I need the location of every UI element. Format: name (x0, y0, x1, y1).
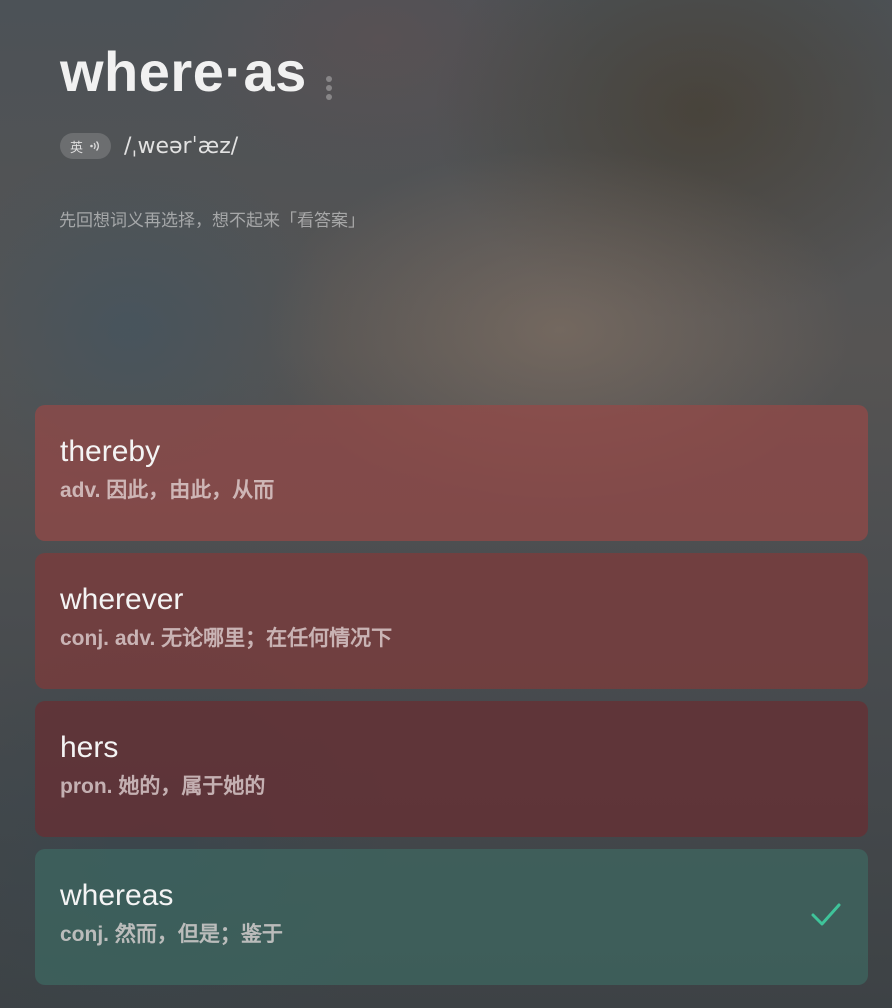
phonetic-text: /ˌweərˈæz/ (124, 133, 239, 159)
option-word: thereby (60, 435, 161, 468)
word-title: where·as (60, 40, 307, 103)
option-word: wherever (60, 583, 184, 616)
option-word: whereas (60, 879, 174, 912)
pronounce-button[interactable]: 英 (60, 133, 112, 159)
option-definition: pron. 她的，属于她的 (60, 775, 266, 798)
answer-options: thereby adv. 因此，由此，从而 wherever conj. adv… (35, 405, 868, 997)
pronunciation-row: 英 /ˌweərˈæz/ (60, 131, 238, 161)
option-hers[interactable]: hers pron. 她的，属于她的 (35, 701, 868, 837)
more-vertical-icon[interactable] (324, 76, 334, 104)
option-whereas[interactable]: whereas conj. 然而，但是；鉴于 (35, 849, 868, 985)
speaker-icon (90, 141, 99, 151)
hint-text: 先回想词义再选择，想不起来「看答案」 (59, 211, 365, 230)
option-definition: conj. 然而，但是；鉴于 (60, 923, 283, 946)
option-word: hers (60, 731, 119, 764)
check-icon (811, 903, 841, 926)
option-thereby[interactable]: thereby adv. 因此，由此，从而 (35, 405, 868, 541)
option-definition: adv. 因此，由此，从而 (60, 479, 275, 502)
word-quiz-screen: where·as 英 /ˌweərˈæz/ 先回想词义再选择，想不起来「看答案」… (0, 0, 892, 1008)
option-definition: conj. adv. 无论哪里；在任何情况下 (60, 627, 393, 650)
option-wherever[interactable]: wherever conj. adv. 无论哪里；在任何情况下 (35, 553, 868, 689)
lang-label: 英 (70, 139, 84, 155)
